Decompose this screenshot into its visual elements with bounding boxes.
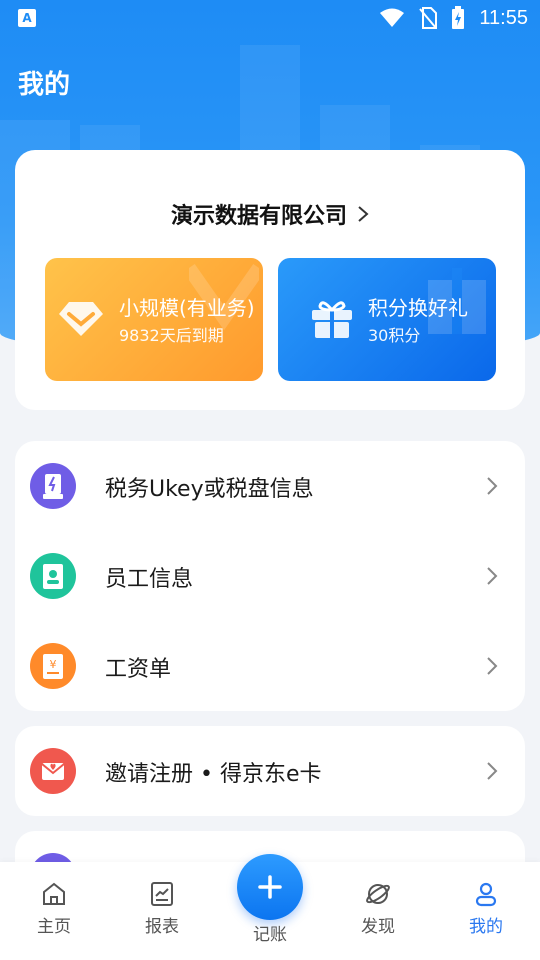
plan-title: 小规模(有业务) bbox=[119, 296, 255, 320]
wifi-icon bbox=[380, 8, 405, 27]
diamond-icon bbox=[59, 302, 103, 336]
company-selector[interactable]: 演示数据有限公司 bbox=[15, 198, 525, 230]
profile-icon bbox=[475, 882, 497, 907]
ukey-icon bbox=[30, 463, 76, 509]
add-entry-button[interactable] bbox=[237, 854, 303, 920]
menu-item-label: 邀请注册 • 得京东e卡 bbox=[105, 762, 322, 787]
tab-report[interactable]: 报表 bbox=[122, 880, 202, 937]
menu-item-employee-info[interactable]: 员工信息 bbox=[15, 531, 525, 621]
payslip-icon: ¥ bbox=[30, 643, 76, 689]
invite-card: 邀请注册 • 得京东e卡 bbox=[15, 726, 525, 816]
discover-planet-icon bbox=[366, 884, 390, 904]
points-balance: 30积分 bbox=[368, 326, 421, 345]
tab-label: 报表 bbox=[145, 917, 179, 937]
tab-home[interactable]: 主页 bbox=[14, 880, 94, 937]
tab-label: 发现 bbox=[361, 917, 395, 937]
home-icon bbox=[43, 882, 65, 905]
menu-item-label: 税务Ukey或税盘信息 bbox=[105, 477, 314, 502]
chevron-right-icon bbox=[487, 657, 498, 675]
tab-profile[interactable]: 我的 bbox=[446, 880, 526, 937]
tab-label: 我的 bbox=[469, 917, 503, 937]
plan-expiry: 9832天后到期 bbox=[119, 326, 224, 345]
page-title: 我的 bbox=[18, 70, 71, 100]
menu-item-invite[interactable]: 邀请注册 • 得京东e卡 bbox=[15, 726, 525, 816]
chevron-right-icon bbox=[487, 762, 498, 780]
svg-text:¥: ¥ bbox=[50, 658, 57, 671]
plus-icon bbox=[258, 875, 282, 899]
report-icon bbox=[151, 882, 173, 906]
status-bar: A 11:55 bbox=[0, 0, 540, 36]
chevron-right-icon bbox=[487, 567, 498, 585]
menu-item-label: 员工信息 bbox=[105, 567, 194, 592]
plan-tile[interactable]: 小规模(有业务) 9832天后到期 bbox=[45, 258, 263, 381]
chevron-right-icon bbox=[357, 204, 369, 229]
menu-card: 税务Ukey或税盘信息 员工信息 ¥ 工资单 bbox=[15, 441, 525, 711]
tab-discover[interactable]: 发现 bbox=[338, 880, 418, 937]
app-notification-icon: A bbox=[18, 9, 36, 27]
company-card: 演示数据有限公司 小规模(有业务) 9832天后到期 积分换好礼 30积分 bbox=[15, 150, 525, 410]
battery-charging-icon bbox=[452, 6, 465, 29]
points-title: 积分换好礼 bbox=[368, 296, 468, 320]
no-sim-icon bbox=[419, 7, 438, 29]
menu-item-label: 工资单 bbox=[105, 657, 172, 682]
menu-item-tax-ukey[interactable]: 税务Ukey或税盘信息 bbox=[15, 441, 525, 531]
invite-envelope-icon bbox=[30, 748, 76, 794]
menu-item-payslip[interactable]: ¥ 工资单 bbox=[15, 621, 525, 711]
tab-bookkeeping-label[interactable]: 记账 bbox=[230, 920, 310, 945]
chevron-right-icon bbox=[487, 477, 498, 495]
status-time: 11:55 bbox=[479, 6, 528, 29]
employee-badge-icon bbox=[30, 553, 76, 599]
points-tile[interactable]: 积分换好礼 30积分 bbox=[278, 258, 496, 381]
tab-label: 主页 bbox=[37, 917, 71, 937]
company-name: 演示数据有限公司 bbox=[170, 204, 347, 229]
gift-icon bbox=[312, 301, 352, 338]
